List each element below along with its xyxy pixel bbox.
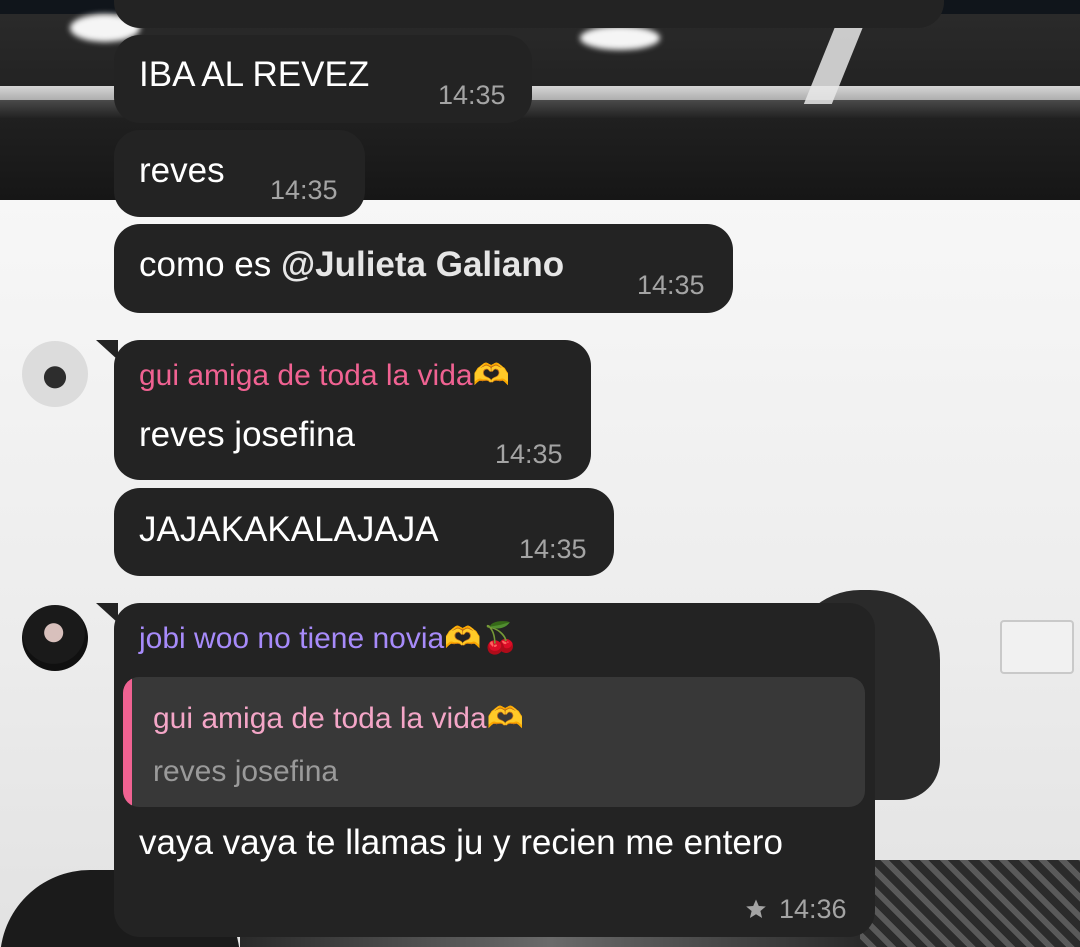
sender-name[interactable]: gui amiga de toda la vida🫶 xyxy=(139,361,510,391)
message-text: reves xyxy=(139,151,225,190)
message-time: 14:35 xyxy=(495,439,563,469)
message-text-prefix: como es xyxy=(139,245,281,284)
sender-avatar[interactable] xyxy=(22,341,88,407)
message-bubble[interactable]: gui amiga de toda la vida🫶 reves josefin… xyxy=(96,340,591,480)
message-text: vaya vaya te llamas ju y recien me enter… xyxy=(139,823,783,862)
message-bubble[interactable]: jobi woo no tiene novia🫶🍒 gui amiga de t… xyxy=(96,603,875,937)
message-text: JAJAKAKALAJAJA xyxy=(139,510,439,549)
sender-name-text: gui amiga de toda la vida xyxy=(139,359,473,392)
heart-hands-emoji: 🫶 xyxy=(486,701,524,736)
user-mention-link[interactable]: @Julieta Galiano xyxy=(281,245,564,284)
message-time: 14:36 xyxy=(779,894,847,924)
message-time: 14:35 xyxy=(637,270,705,300)
reply-accent-bar xyxy=(123,677,132,807)
message-text: reves josefina xyxy=(139,415,355,454)
reply-text: reves josefina xyxy=(153,755,339,788)
message-text: como es @Julieta Galiano xyxy=(139,247,564,282)
message-bubble-partial[interactable] xyxy=(114,0,944,28)
sender-name[interactable]: jobi woo no tiene novia🫶🍒 xyxy=(139,624,519,654)
reply-sender-text: gui amiga de toda la vida xyxy=(153,702,487,735)
message-time: 14:35 xyxy=(270,175,338,205)
message-bubble[interactable]: como es @Julieta Galiano 14:35 xyxy=(114,224,733,313)
reply-quote[interactable]: gui amiga de toda la vida🫶 reves josefin… xyxy=(123,677,865,807)
message-bubble[interactable]: JAJAKAKALAJAJA 14:35 xyxy=(114,488,614,576)
message-time: 14:35 xyxy=(438,80,506,110)
chat-message-list[interactable]: IBA AL REVEZ 14:35 reves 14:35 como es @… xyxy=(0,0,1080,947)
message-bubble[interactable]: IBA AL REVEZ 14:35 xyxy=(114,35,532,123)
message-text: IBA AL REVEZ xyxy=(139,55,370,94)
heart-hands-emoji: 🫶 xyxy=(472,358,510,393)
message-time: 14:35 xyxy=(519,534,587,564)
star-icon xyxy=(746,899,766,918)
message-bubble[interactable]: reves 14:35 xyxy=(114,130,365,217)
heart-hands-cherries-emoji: 🫶🍒 xyxy=(444,621,519,656)
sender-avatar[interactable] xyxy=(22,605,88,671)
reply-sender-name: gui amiga de toda la vida🫶 xyxy=(153,704,524,734)
sender-name-text: jobi woo no tiene novia xyxy=(139,622,445,655)
